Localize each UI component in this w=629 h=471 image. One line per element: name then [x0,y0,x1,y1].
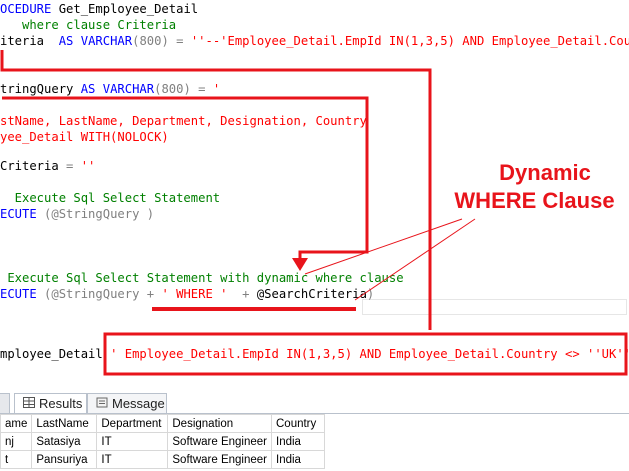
tab-results[interactable]: Results [14,393,87,413]
code-line-exec-proc: mployee_Detail ' Employee_Detail.EmpId I… [0,347,629,361]
code-line-comment-dynamic: Execute Sql Select Statement with dynami… [0,271,404,285]
code-line-execute: ECUTE (@StringQuery ) [0,207,155,221]
cell-designation[interactable]: Software Engineer [167,450,272,469]
grid-header-row: ame LastName Department Designation Coun… [0,414,325,433]
tab-results-label: Results [39,396,83,411]
col-header-country[interactable]: Country [271,414,325,433]
code-line-from-table: yee_Detail WITH(NOLOCK) [0,130,169,144]
col-header-firstname[interactable]: ame [0,414,33,433]
code-line-execute-dynamic: ECUTE (@StringQuery + ' WHERE ' + @Searc… [0,287,375,301]
code-line-select-columns: stName, LastName, Department, Designatio… [0,114,367,128]
cell-country[interactable]: India [271,432,325,451]
code-line-comment-execute: Execute Sql Select Statement [0,191,221,205]
code-line-procedure: OCEDURE Get_Employee_Detail [0,2,199,16]
results-grid[interactable]: ame LastName Department Designation Coun… [0,414,325,469]
message-icon [96,396,108,411]
cell-lastname[interactable]: Satasiya [31,432,98,451]
col-header-department[interactable]: Department [96,414,169,433]
tab-scroll-stub [0,393,10,413]
code-line-criteria-param: iteria AS VARCHAR(800) = ''--'Employee_D… [0,34,629,48]
cell-country[interactable]: India [271,450,325,469]
sql-editor[interactable]: OCEDURE Get_Employee_Detail where clause… [0,0,629,386]
current-line-highlight [362,299,627,315]
annotation-title-line2: WHERE Clause [454,188,615,213]
table-row[interactable]: nj Satasiya IT Software Engineer India [0,432,325,451]
col-header-lastname[interactable]: LastName [31,414,98,433]
grid-icon [23,396,35,411]
pointer-line-1 [304,218,463,275]
code-line-criteria-empty: Criteria = '' [0,159,96,173]
tab-messages[interactable]: Message [87,393,167,413]
code-line-comment-criteria: where clause Criteria [0,18,177,32]
cell-department[interactable]: IT [96,450,169,469]
cell-firstname[interactable]: t [0,450,33,469]
results-tab-bar: Results Message [0,391,629,414]
table-row[interactable]: t Pansuriya IT Software Engineer India [0,450,325,469]
annotation-title-line1: Dynamic [499,160,591,185]
cell-designation[interactable]: Software Engineer [167,432,272,451]
cell-firstname[interactable]: nj [0,432,33,451]
cell-lastname[interactable]: Pansuriya [31,450,98,469]
col-header-designation[interactable]: Designation [167,414,272,433]
cell-department[interactable]: IT [96,432,169,451]
tab-messages-label: Message [112,396,165,411]
code-line-declare-stringquery: tringQuery AS VARCHAR(800) = ' [0,82,221,96]
